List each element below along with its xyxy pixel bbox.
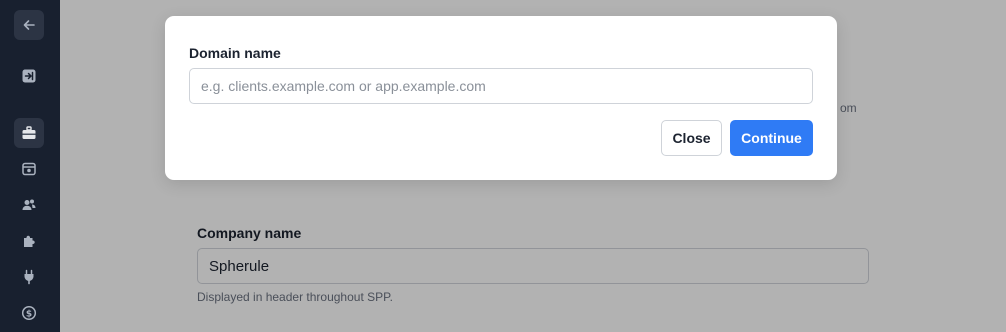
back-button[interactable]: [14, 10, 44, 40]
sidebar-item-billing[interactable]: $: [14, 298, 44, 328]
continue-button[interactable]: Continue: [730, 120, 813, 156]
sidebar: $: [0, 0, 60, 332]
domain-name-input[interactable]: [189, 68, 813, 104]
briefcase-icon: [22, 126, 36, 139]
domain-name-modal: Domain name Close Continue: [165, 16, 837, 180]
arrow-left-icon: [23, 20, 35, 30]
users-icon: [22, 199, 36, 210]
sidebar-item-business[interactable]: [14, 118, 44, 148]
puzzle-icon: [24, 235, 35, 247]
sidebar-item-users[interactable]: [14, 190, 44, 220]
inbox-icon: [22, 162, 36, 176]
sidebar-item-inbox[interactable]: [14, 154, 44, 184]
close-button[interactable]: Close: [661, 120, 722, 156]
sidebar-item-login[interactable]: [14, 61, 44, 91]
plug-icon: [24, 269, 34, 285]
sidebar-item-plugins[interactable]: [14, 262, 44, 292]
dollar-circle-icon: $: [21, 305, 37, 321]
sign-in-icon: [22, 69, 36, 83]
domain-name-label: Domain name: [189, 45, 281, 61]
sidebar-item-integrations[interactable]: [14, 226, 44, 256]
svg-text:$: $: [26, 309, 32, 319]
